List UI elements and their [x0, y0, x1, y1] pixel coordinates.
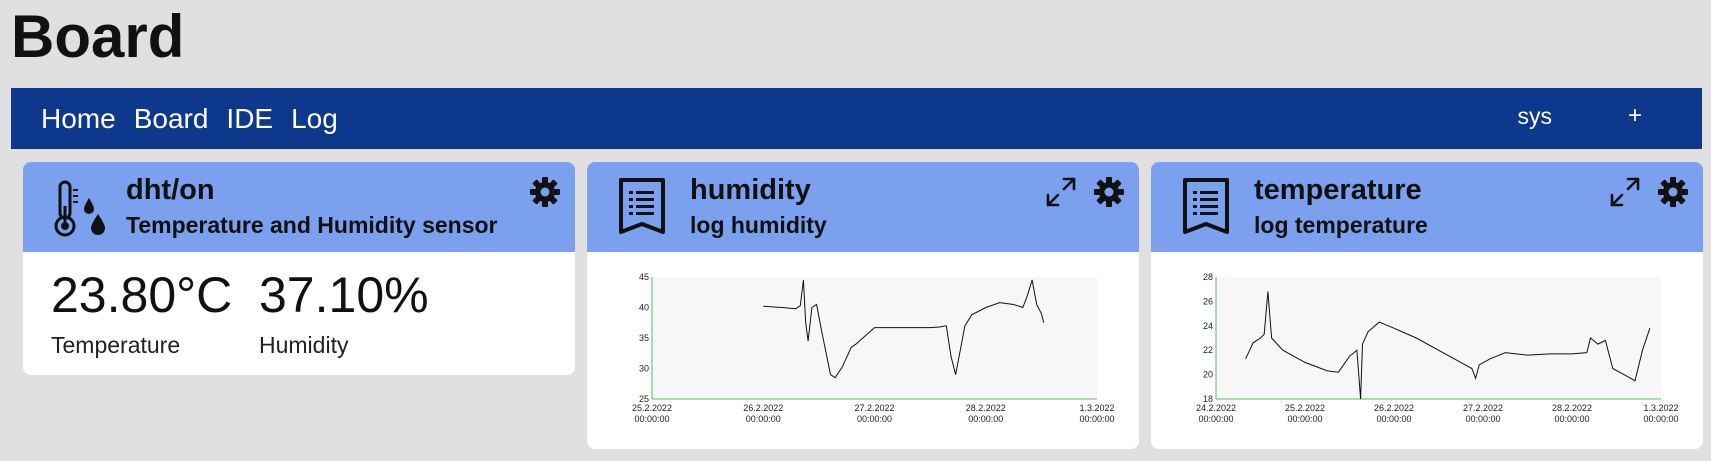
add-button[interactable]: + [1628, 102, 1642, 130]
card-humidity: humidity log humidity 25 30 35 40 45 25.2. [587, 162, 1139, 449]
x-tick-label: 00:00:00 [1643, 414, 1678, 424]
y-tick-label: 28 [1203, 272, 1213, 282]
nav-sys[interactable]: sys [1518, 103, 1553, 130]
card-header: humidity log humidity [587, 162, 1139, 252]
log-document-icon [619, 178, 665, 234]
nav-board[interactable]: Board [134, 103, 209, 135]
x-tick-label: 00:00:00 [1554, 414, 1589, 424]
y-tick-label: 40 [639, 303, 649, 313]
nav-log[interactable]: Log [291, 103, 338, 135]
expand-icon[interactable] [1609, 176, 1641, 208]
card-header: temperature log temperature [1151, 162, 1703, 252]
temperature-chart: 18202224262824.2.202200:00:0025.2.202200… [1196, 272, 1679, 424]
log-document-icon [1183, 178, 1229, 234]
x-tick-label: 27.2.2022 [1463, 403, 1503, 413]
page-title: Board [11, 3, 185, 70]
gear-icon[interactable] [1657, 176, 1689, 208]
card-subtitle: Temperature and Humidity sensor [126, 212, 498, 238]
x-tick-label: 00:00:00 [634, 414, 669, 424]
y-tick-label: 35 [639, 333, 649, 343]
nav-links: Home Board IDE Log [41, 88, 356, 149]
y-tick-label: 20 [1203, 370, 1213, 380]
x-tick-label: 25.2.2022 [1285, 403, 1325, 413]
card-title: temperature [1254, 174, 1422, 206]
y-tick-label: 45 [639, 272, 649, 282]
y-tick-label: 30 [639, 364, 649, 374]
x-tick-label: 27.2.2022 [854, 403, 894, 413]
x-tick-label: 00:00:00 [1198, 414, 1233, 424]
humidity-metric: 37.10% Humidity [259, 270, 429, 359]
x-tick-label: 00:00:00 [968, 414, 1003, 424]
card-title: dht/on [126, 174, 215, 206]
humidity-value: 37.10% [259, 267, 429, 323]
nav-ide[interactable]: IDE [226, 103, 273, 135]
nav-home[interactable]: Home [41, 103, 116, 135]
x-tick-label: 25.2.2022 [632, 403, 672, 413]
card-header: dht/on Temperature and Humidity sensor [23, 162, 575, 252]
temperature-metric: 23.80°C Temperature [51, 270, 232, 359]
x-tick-label: 1.3.2022 [1643, 403, 1678, 413]
x-tick-label: 00:00:00 [746, 414, 781, 424]
y-tick-label: 22 [1203, 345, 1213, 355]
x-tick-label: 00:00:00 [1079, 414, 1114, 424]
x-tick-label: 1.3.2022 [1079, 403, 1114, 413]
x-tick-label: 26.2.2022 [1374, 403, 1414, 413]
x-tick-label: 00:00:00 [1287, 414, 1322, 424]
card-temperature: temperature log temperature 18 20 22 24 2 [1151, 162, 1703, 449]
x-tick-label: 00:00:00 [1465, 414, 1500, 424]
card-title: humidity [690, 174, 811, 206]
temperature-label: Temperature [51, 332, 181, 358]
card-subtitle: log humidity [690, 212, 827, 238]
x-tick-label: 24.2.2022 [1196, 403, 1236, 413]
y-tick-label: 24 [1203, 321, 1213, 331]
gear-icon[interactable] [529, 176, 561, 208]
plot-area [652, 277, 1097, 399]
temperature-value: 23.80°C [51, 267, 233, 323]
y-tick-label: 26 [1203, 296, 1213, 306]
gear-icon[interactable] [1093, 176, 1125, 208]
x-tick-label: 28.2.2022 [966, 403, 1006, 413]
expand-icon[interactable] [1045, 176, 1077, 208]
card-dht: dht/on Temperature and Humidity sensor 2… [23, 162, 575, 375]
x-tick-label: 26.2.2022 [743, 403, 783, 413]
x-tick-label: 00:00:00 [1376, 414, 1411, 424]
humidity-label: Humidity [259, 332, 349, 358]
plot-area [1216, 277, 1661, 399]
card-subtitle: log temperature [1254, 212, 1428, 238]
x-tick-label: 28.2.2022 [1552, 403, 1592, 413]
x-tick-label: 00:00:00 [857, 414, 892, 424]
humidity-chart: 253035404525.2.202200:00:0026.2.202200:0… [632, 272, 1115, 424]
navbar: Home Board IDE Log sys + [11, 88, 1702, 149]
thermometer-drops-icon [54, 180, 105, 237]
